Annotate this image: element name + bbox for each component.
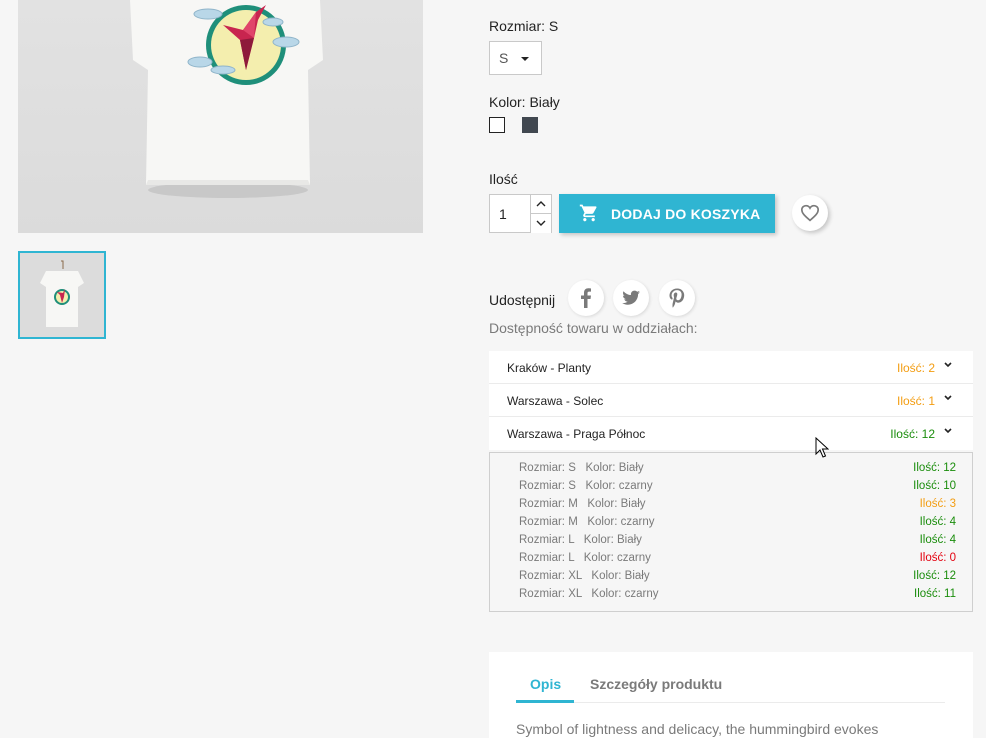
variant-row: Rozmiar: XL Kolor: Biały Ilość: 12: [519, 568, 956, 586]
chevron-down-icon: [944, 395, 952, 401]
store-row-krakow-planty[interactable]: Kraków - Planty Ilość: 2: [489, 351, 973, 384]
share-facebook-button[interactable]: [568, 280, 604, 316]
tab-description[interactable]: Opis: [530, 676, 561, 692]
product-thumbnail[interactable]: [18, 251, 106, 339]
facebook-icon: [581, 288, 591, 308]
availability-title: Dostępność towaru w oddziałach:: [489, 320, 698, 336]
size-select-value: S: [499, 50, 509, 66]
mouse-pointer-icon: [815, 437, 829, 458]
store-quantity: Ilość: 1: [896, 394, 935, 408]
active-tab-indicator: [516, 700, 574, 703]
size-select[interactable]: S: [489, 41, 542, 75]
chevron-down-icon: [536, 220, 546, 226]
variant-row: Rozmiar: S Kolor: Biały Ilość: 12: [519, 460, 956, 478]
add-to-cart-label: DODAJ DO KOSZYKA: [611, 206, 761, 222]
store-name: Warszawa - Solec: [507, 394, 604, 408]
variant-label: Rozmiar: S Kolor: czarny: [519, 480, 653, 492]
quantity-label: Ilość: [489, 171, 518, 187]
variant-label: Rozmiar: M Kolor: Biały: [519, 498, 646, 510]
tshirt-illustration: [130, 0, 323, 198]
pinterest-icon: [669, 288, 685, 308]
variant-row: Rozmiar: M Kolor: Biały Ilość: 3: [519, 496, 956, 514]
quantity-increase-button[interactable]: [530, 195, 551, 214]
variant-label: Rozmiar: L Kolor: czarny: [519, 552, 651, 564]
variant-quantity: Ilość: 0: [919, 552, 956, 564]
quantity-value: 1: [499, 206, 507, 222]
variant-availability-panel: Rozmiar: S Kolor: Biały Ilość: 12 Rozmia…: [489, 452, 973, 612]
product-tabs-card: Opis Szczegóły produktu Symbol of lightn…: [489, 652, 973, 738]
wishlist-button[interactable]: [792, 195, 828, 231]
share-label: Udostępnij: [489, 292, 556, 308]
store-name: Warszawa - Praga Północ: [507, 427, 646, 441]
product-main-image[interactable]: [18, 0, 423, 233]
heart-icon: [800, 204, 820, 222]
color-swatch-black[interactable]: [522, 117, 538, 133]
variant-label: Rozmiar: S Kolor: Biały: [519, 462, 644, 474]
share-twitter-button[interactable]: [613, 280, 649, 316]
store-name: Kraków - Planty: [507, 361, 592, 375]
variant-row: Rozmiar: M Kolor: czarny Ilość: 4: [519, 514, 956, 532]
variant-label: Rozmiar: XL Kolor: czarny: [519, 588, 659, 600]
thumbnail-image: [20, 253, 104, 337]
chevron-up-icon: [536, 201, 546, 207]
color-swatch-white[interactable]: [489, 117, 505, 133]
variant-quantity: Ilość: 12: [913, 570, 956, 582]
variant-row: Rozmiar: L Kolor: czarny Ilość: 0: [519, 550, 956, 568]
size-label: Rozmiar: S: [489, 18, 559, 34]
quantity-stepper[interactable]: 1: [489, 194, 552, 233]
store-row-warszawa-solec[interactable]: Warszawa - Solec Ilość: 1: [489, 384, 973, 417]
store-row-warszawa-praga-polnoc[interactable]: Warszawa - Praga Północ Ilość: 12: [489, 417, 973, 450]
color-label: Kolor: Biały: [489, 94, 560, 110]
variant-quantity: Ilość: 10: [913, 480, 956, 492]
share-pinterest-button[interactable]: [659, 280, 695, 316]
caret-down-icon: [521, 57, 529, 61]
chevron-down-icon: [944, 428, 952, 434]
chevron-down-icon: [944, 362, 952, 368]
tab-product-details[interactable]: Szczegóły produktu: [590, 676, 722, 692]
variant-label: Rozmiar: L Kolor: Biały: [519, 534, 642, 546]
variant-label: Rozmiar: XL Kolor: Biały: [519, 570, 650, 582]
variant-row: Rozmiar: L Kolor: Biały Ilość: 4: [519, 532, 956, 550]
quantity-decrease-button[interactable]: [530, 214, 551, 233]
store-quantity: Ilość: 2: [896, 361, 935, 375]
variant-label: Rozmiar: M Kolor: czarny: [519, 516, 655, 528]
variant-row: Rozmiar: S Kolor: czarny Ilość: 10: [519, 478, 956, 496]
variant-quantity: Ilość: 11: [914, 588, 956, 600]
shopping-cart-icon: [579, 204, 597, 222]
variant-quantity: Ilość: 3: [919, 498, 956, 510]
variant-row: Rozmiar: XL Kolor: czarny Ilość: 11: [519, 586, 956, 604]
variant-quantity: Ilość: 4: [919, 516, 956, 528]
twitter-icon: [622, 290, 640, 305]
add-to-cart-button[interactable]: DODAJ DO KOSZYKA: [559, 194, 775, 233]
variant-quantity: Ilość: 12: [913, 462, 956, 474]
tabs-divider: [516, 702, 945, 703]
variant-quantity: Ilość: 4: [919, 534, 956, 546]
store-quantity: Ilość: 12: [890, 427, 935, 441]
product-description: Symbol of lightness and delicacy, the hu…: [516, 721, 879, 737]
